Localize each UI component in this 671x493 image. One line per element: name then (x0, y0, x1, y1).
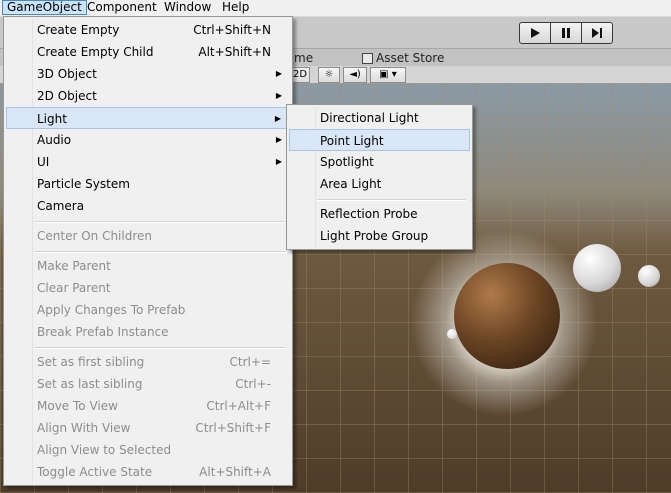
menu-separator (34, 251, 286, 253)
menu-separator (34, 347, 286, 349)
menu-item-set-last-sibling[interactable]: Set as last sibling Ctrl+- (6, 373, 290, 395)
menu-item-break-prefab-instance[interactable]: Break Prefab Instance (6, 321, 290, 343)
play-icon (531, 28, 540, 38)
sun-icon: ☼ (324, 69, 334, 80)
audio-toggle[interactable]: ◄) (343, 67, 367, 83)
menu-window[interactable]: Window (160, 0, 215, 15)
gameobject-menu: Create Empty Ctrl+Shift+N Create Empty Ch… (3, 16, 293, 486)
submenu-arrow-icon: ▶ (275, 157, 282, 166)
menu-separator (34, 221, 286, 223)
asset-store-icon (362, 53, 373, 64)
mode-2d-toggle[interactable]: 2D (290, 67, 310, 83)
menu-item-center-on-children[interactable]: Center On Children (6, 225, 290, 247)
textured-sphere[interactable] (454, 263, 560, 369)
menu-item-directional-light[interactable]: Directional Light (289, 107, 470, 129)
pause-button[interactable] (550, 22, 582, 44)
speaker-icon: ◄) (349, 69, 361, 80)
menu-item-apply-changes-to-prefab[interactable]: Apply Changes To Prefab (6, 299, 290, 321)
menu-item-align-with-view[interactable]: Align With View Ctrl+Shift+F (6, 417, 290, 439)
menu-item-move-to-view[interactable]: Move To View Ctrl+Alt+F (6, 395, 290, 417)
menu-item-make-parent[interactable]: Make Parent (6, 255, 290, 277)
menu-item-create-empty-child[interactable]: Create Empty Child Alt+Shift+N (6, 41, 290, 63)
menu-item-clear-parent[interactable]: Clear Parent (6, 277, 290, 299)
menu-bar: GameObject Component Window Help (0, 0, 671, 17)
image-icon: ▣ ▾ (379, 69, 397, 80)
menu-item-particle-system[interactable]: Particle System (6, 173, 290, 195)
menu-separator (317, 199, 466, 201)
menu-help[interactable]: Help (218, 0, 253, 15)
menu-item-light-probe-group[interactable]: Light Probe Group (289, 225, 470, 247)
menu-item-2d-object[interactable]: 2D Object ▶ (6, 85, 290, 107)
menu-item-spotlight[interactable]: Spotlight (289, 151, 470, 173)
menu-item-ui[interactable]: UI ▶ (6, 151, 290, 173)
playback-controls (519, 22, 613, 44)
submenu-arrow-icon: ▶ (275, 91, 282, 100)
menu-item-light[interactable]: Light ▶ (6, 107, 290, 129)
tab-game[interactable]: me (294, 51, 313, 65)
menu-item-camera[interactable]: Camera (6, 195, 290, 217)
submenu-arrow-icon: ▶ (274, 114, 281, 123)
menu-item-set-first-sibling[interactable]: Set as first sibling Ctrl+= (6, 351, 290, 373)
menu-item-toggle-active-state[interactable]: Toggle Active State Alt+Shift+A (6, 461, 290, 483)
effects-dropdown[interactable]: ▣ ▾ (370, 67, 406, 83)
submenu-arrow-icon: ▶ (275, 69, 282, 78)
white-sphere-small[interactable] (638, 265, 660, 287)
lighting-toggle[interactable]: ☼ (318, 67, 340, 83)
step-icon (592, 28, 602, 38)
submenu-arrow-icon: ▶ (275, 135, 282, 144)
menu-component[interactable]: Component (83, 0, 161, 15)
pause-icon (562, 28, 570, 38)
menu-item-create-empty[interactable]: Create Empty Ctrl+Shift+N (6, 19, 290, 41)
tab-asset-store[interactable]: Asset Store (376, 51, 444, 65)
menu-item-reflection-probe[interactable]: Reflection Probe (289, 203, 470, 225)
step-button[interactable] (581, 22, 613, 44)
white-sphere-large[interactable] (573, 244, 621, 292)
menu-item-point-light[interactable]: Point Light (289, 129, 470, 151)
menu-item-align-view-to-selected[interactable]: Align View to Selected (6, 439, 290, 461)
play-button[interactable] (519, 22, 551, 44)
menu-item-audio[interactable]: Audio ▶ (6, 129, 290, 151)
light-submenu: Directional Light Point Light Spotlight … (286, 104, 473, 250)
white-sphere-tiny[interactable] (447, 329, 457, 339)
menu-item-area-light[interactable]: Area Light (289, 173, 470, 195)
menu-gameobject[interactable]: GameObject (2, 0, 87, 15)
menu-item-3d-object[interactable]: 3D Object ▶ (6, 63, 290, 85)
